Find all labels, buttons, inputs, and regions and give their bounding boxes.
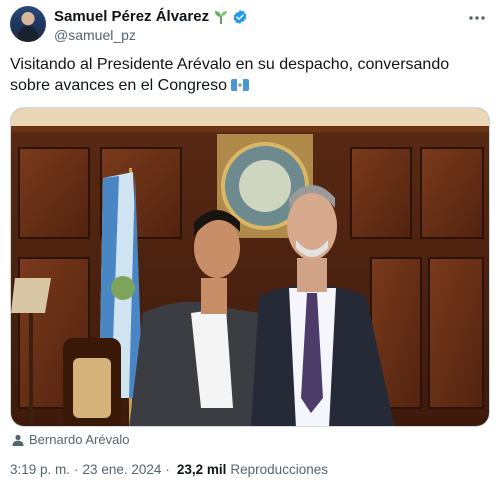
tweet-text-body: Visitando al Presidente Arévalo en su de…: [10, 56, 450, 94]
tweet-meta: 3:19 p. m. · 23 ene. 2024 · 23,2 mil Rep…: [10, 462, 328, 478]
person-icon: [12, 434, 24, 446]
tweet-text: Visitando al Presidente Arévalo en su de…: [10, 54, 480, 96]
author-avatar[interactable]: [10, 6, 46, 42]
guatemala-flag-icon: [231, 79, 250, 91]
author-name-row: Samuel Pérez Álvarez: [54, 8, 248, 26]
verified-badge-icon[interactable]: [232, 9, 248, 25]
author-handle[interactable]: @samuel_pz: [54, 27, 136, 43]
chair: [63, 338, 121, 426]
sprout-icon: [215, 11, 228, 24]
views-label: Reproducciones: [230, 462, 328, 477]
tweet-time[interactable]: 3:19 p. m.: [10, 462, 70, 478]
tagged-person-name[interactable]: Bernardo Arévalo: [29, 432, 129, 448]
photo-scene: [11, 108, 489, 426]
more-horizontal-icon[interactable]: [466, 10, 488, 26]
tweet-photo[interactable]: [10, 107, 490, 427]
meta-separator: ·: [74, 462, 79, 477]
tagged-person-row[interactable]: Bernardo Arévalo: [12, 432, 129, 448]
views-count[interactable]: 23,2 mil: [177, 462, 227, 478]
tweet-date[interactable]: 23 ene. 2024: [83, 462, 162, 478]
meta-separator-2: ·: [165, 462, 170, 477]
author-display-name[interactable]: Samuel Pérez Álvarez: [54, 8, 209, 26]
tweet-header: Samuel Pérez Álvarez @samuel_pz: [10, 6, 490, 46]
